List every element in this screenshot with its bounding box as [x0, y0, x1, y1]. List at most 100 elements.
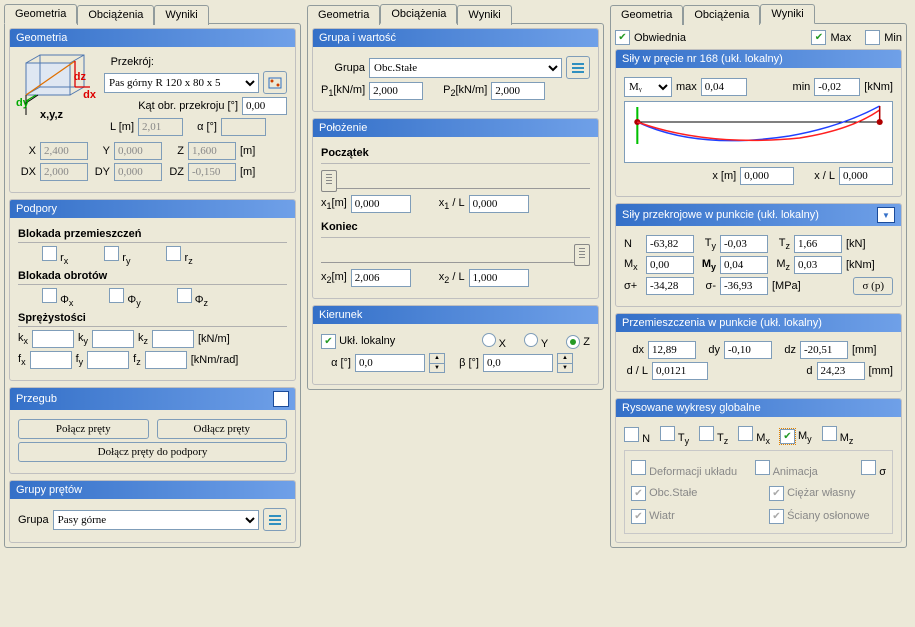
koniec-slider[interactable] — [321, 242, 590, 263]
group-grupy-pretow: Grupy prętów Grupa Pasy górne — [9, 480, 296, 543]
grupa-select[interactable]: Pasy górne — [53, 510, 259, 530]
tab-wyniki[interactable]: Wyniki — [457, 5, 511, 25]
group-podpory: Podpory Blokada przemieszczeń rx ry rz B… — [9, 199, 296, 381]
phix-check[interactable] — [42, 288, 57, 303]
sigmap-label: σ+ — [624, 280, 642, 292]
ck-sigma[interactable] — [861, 460, 876, 475]
dL-input[interactable] — [652, 362, 708, 380]
ry-check[interactable] — [104, 246, 119, 261]
grupa-list-button[interactable] — [566, 56, 590, 79]
tab-obciazenia[interactable]: Obciążenia — [683, 5, 760, 25]
tz-input[interactable] — [794, 235, 842, 253]
n-label: N — [624, 238, 642, 250]
ck-ty[interactable] — [660, 426, 675, 441]
tab-wyniki[interactable]: Wyniki — [154, 5, 208, 25]
ck-mz[interactable] — [822, 426, 837, 441]
tab-obciazenia[interactable]: Obciążenia — [380, 4, 457, 24]
tab-obciazenia[interactable]: Obciążenia — [77, 5, 154, 25]
przekroj-props-button[interactable] — [263, 71, 287, 94]
dir-z-radio[interactable] — [566, 335, 580, 349]
ck-tz[interactable] — [699, 426, 714, 441]
d-input[interactable] — [817, 362, 865, 380]
n-input[interactable] — [646, 235, 694, 253]
max-input[interactable] — [701, 78, 747, 96]
xm-input[interactable] — [740, 167, 794, 185]
alpha-spinner[interactable]: ▲▼ — [429, 353, 445, 373]
ck-n[interactable] — [624, 427, 639, 442]
obwiednia-check[interactable] — [615, 30, 630, 45]
rx-check[interactable] — [42, 246, 57, 261]
max-check[interactable] — [811, 30, 826, 45]
group-kierunek: Kierunek Ukł. lokalny X Y Z α [°] ▲▼ β [… — [312, 305, 599, 385]
przekroj-select[interactable]: Pas górny R 120 x 80 x 5 — [104, 73, 259, 93]
kat-input[interactable] — [242, 97, 287, 115]
dx-input[interactable] — [648, 341, 696, 359]
kz-input[interactable] — [152, 330, 194, 348]
kx-input[interactable] — [32, 330, 74, 348]
min-input[interactable] — [814, 78, 860, 96]
x2-input[interactable] — [351, 269, 411, 287]
fx-input[interactable] — [30, 351, 72, 369]
ky-input[interactable] — [92, 330, 134, 348]
beta-input[interactable] — [483, 354, 553, 372]
sigmam-input[interactable] — [720, 277, 768, 295]
p1-input[interactable] — [369, 82, 423, 100]
ukl-lokalny-check[interactable] — [321, 334, 336, 349]
min-check[interactable] — [865, 30, 880, 45]
mx-input[interactable] — [646, 256, 694, 274]
y-label: Y — [92, 145, 110, 157]
unit-knm: [kNm] — [864, 81, 893, 93]
x2l-input[interactable] — [469, 269, 529, 287]
alpha-label: α [°] — [187, 121, 217, 133]
ck-my[interactable] — [780, 429, 795, 444]
xl-input[interactable] — [839, 167, 893, 185]
dir-x-radio[interactable] — [482, 333, 496, 347]
p2-input[interactable] — [491, 82, 545, 100]
panel-obciazenia: Geometria Obciążenia Wyniki Grupa i wart… — [307, 4, 604, 548]
alpha-input[interactable] — [355, 354, 425, 372]
ck-mx[interactable] — [738, 426, 753, 441]
polacz-button[interactable]: Połącz pręty — [18, 419, 149, 439]
blokada-obr-label: Blokada obrotów — [18, 270, 287, 285]
phiy-check[interactable] — [109, 288, 124, 303]
grupa-select[interactable]: Obc.Stałe — [369, 58, 562, 78]
tab-geometria[interactable]: Geometria — [307, 5, 380, 25]
ck-sigma-label: σ — [879, 466, 886, 478]
dolacz-button[interactable]: Dołącz pręty do podpory — [18, 442, 287, 462]
phiz-check[interactable] — [177, 288, 192, 303]
x1l-input[interactable] — [469, 195, 529, 213]
przegub-expand-icon[interactable] — [273, 391, 289, 407]
beta-spinner[interactable]: ▲▼ — [557, 353, 573, 373]
group-sily-przekrojowe: Siły przekrojowe w punkcie (ukł. lokalny… — [615, 203, 902, 307]
ck-animacja — [755, 460, 770, 475]
dir-y-radio[interactable] — [524, 333, 538, 347]
odlacz-button[interactable]: Odłącz pręty — [157, 419, 288, 439]
ty-input[interactable] — [720, 235, 768, 253]
mz-input[interactable] — [794, 256, 842, 274]
tab-wyniki[interactable]: Wyniki — [760, 4, 814, 24]
grupa-list-button[interactable] — [263, 508, 287, 531]
dx-input — [40, 163, 88, 181]
poczatek-label: Początek — [321, 147, 590, 161]
poczatek-slider[interactable] — [321, 168, 590, 189]
tab-geometria[interactable]: Geometria — [4, 4, 77, 24]
beta-label: β [°] — [449, 357, 479, 369]
kz-label: kz — [138, 332, 148, 346]
group-title: Kierunek — [319, 309, 362, 321]
dz-input[interactable] — [800, 341, 848, 359]
sigmap-input[interactable] — [646, 277, 694, 295]
fz-input[interactable] — [145, 351, 187, 369]
ck-mz-label: Mz — [840, 432, 854, 444]
tab-geometria[interactable]: Geometria — [610, 5, 683, 25]
xm-label: x [m] — [712, 170, 736, 182]
x1-input[interactable] — [351, 195, 411, 213]
my-input[interactable] — [720, 256, 768, 274]
unit-mm2: [mm] — [869, 365, 893, 377]
sily-dropdown-icon[interactable]: ▼ — [877, 207, 895, 223]
fy-input[interactable] — [87, 351, 129, 369]
mz-label: Mz — [772, 258, 790, 272]
sigma-p-button[interactable]: σ (p) — [853, 277, 893, 295]
rz-check[interactable] — [166, 246, 181, 261]
dy-input[interactable] — [724, 341, 772, 359]
force-select[interactable]: Mᵧ — [624, 77, 672, 97]
